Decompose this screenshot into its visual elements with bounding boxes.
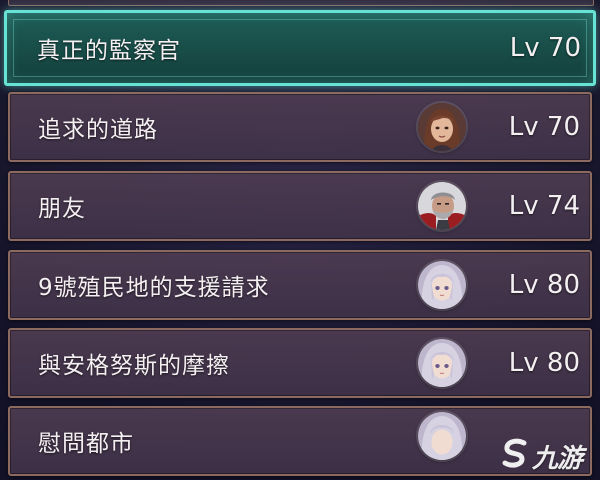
quest-level: Lv 74 bbox=[508, 191, 580, 221]
quest-item-selected[interactable]: 真正的監察官 Lv 70 bbox=[4, 10, 596, 86]
silver-haired-woman-portrait bbox=[418, 339, 466, 387]
bearded-man-portrait bbox=[418, 182, 466, 230]
quest-list: 真正的監察官 Lv 70 追求的道路 Lv 70 朋友 Lv 74 9號殖民地的… bbox=[0, 0, 600, 480]
quest-title: 真正的監察官 bbox=[37, 38, 181, 64]
quest-title: 朋友 bbox=[38, 196, 86, 222]
watermark-text: 九游 bbox=[532, 444, 583, 474]
quest-title: 追求的道路 bbox=[38, 117, 158, 143]
quest-level: Lv 70 bbox=[509, 33, 581, 63]
silver-haired-woman-portrait bbox=[418, 261, 466, 309]
quest-item[interactable]: 朋友 Lv 74 bbox=[8, 171, 592, 241]
silver-haired-woman-portrait bbox=[418, 412, 466, 460]
quest-item[interactable]: 9號殖民地的支援請求 Lv 80 bbox=[8, 250, 592, 320]
watermark: 九游 bbox=[500, 436, 592, 474]
quest-title: 與安格努斯的摩擦 bbox=[38, 353, 230, 379]
quest-level: Lv 80 bbox=[508, 348, 580, 378]
quest-item[interactable]: 追求的道路 Lv 70 bbox=[8, 92, 592, 162]
quest-title: 慰問都市 bbox=[38, 431, 134, 457]
s-logo-icon bbox=[502, 438, 527, 468]
quest-level: Lv 80 bbox=[508, 270, 580, 300]
quest-level: Lv 70 bbox=[508, 112, 580, 142]
brown-haired-woman-portrait bbox=[418, 103, 466, 151]
quest-list-screen: 真正的監察官 Lv 70 追求的道路 Lv 70 朋友 Lv 74 9號殖民地的… bbox=[0, 0, 600, 480]
quest-title: 9號殖民地的支援請求 bbox=[38, 275, 270, 301]
quest-item[interactable]: 與安格努斯的摩擦 Lv 80 bbox=[8, 328, 592, 398]
